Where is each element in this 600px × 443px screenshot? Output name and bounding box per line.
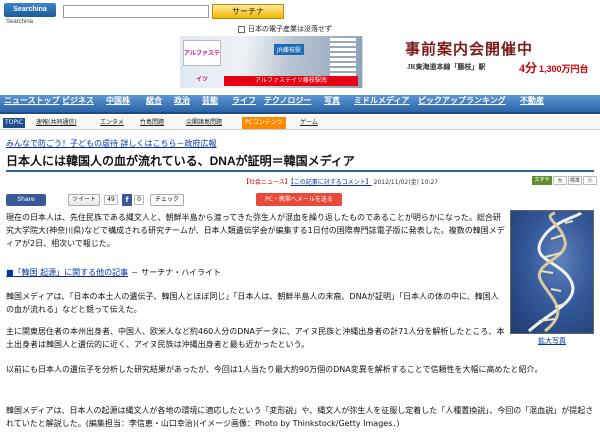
logo-subtext: Searchina xyxy=(6,19,34,25)
ad-place: JR東海道本線「藤枝」駅 xyxy=(407,63,486,71)
search-button[interactable]: サーチナ xyxy=(212,4,284,19)
main-nav: ニューストップ ビジネス 中国株 総合 政治 芸能 ライフ テクノロジー 写真 … xyxy=(0,95,600,114)
news-ticker[interactable]: 日本の電子産業は没落せず xyxy=(238,24,332,34)
ad-headline: 事前案内会開催中 xyxy=(405,42,534,58)
comment-link[interactable]: 【この記事に対するコメント】 xyxy=(291,179,372,186)
nav-china-stock[interactable]: 中国株 xyxy=(106,95,130,114)
topic-senkaku[interactable]: 尖閣諸島問題 xyxy=(186,118,222,128)
nav-life[interactable]: ライフ xyxy=(232,95,256,114)
share-button[interactable]: Share xyxy=(6,194,46,206)
nav-news-top[interactable]: ニューストップ xyxy=(4,95,60,114)
article-paragraph-4: 以前にも日本人の遺伝子を分析した研究結果があったが、今回は1人当たり最大約90万… xyxy=(6,365,543,374)
facebook-count: 0 xyxy=(134,195,144,205)
photo-enlarge-link[interactable]: 拡大写真 xyxy=(510,336,594,346)
tweet-button[interactable]: ツイート xyxy=(68,194,100,206)
article-paragraph-5: 韓国メディアは、日本人の起源は縄文人が各地の環境に適応したという「変形説」や、縄… xyxy=(6,406,594,428)
ticker-text: 日本の電子産業は没落せず xyxy=(248,25,332,33)
nav-entertainment[interactable]: 芸能 xyxy=(202,95,218,114)
text-size-small[interactable]: 小 xyxy=(583,176,597,185)
ad-walk: 4分 xyxy=(519,61,538,75)
nav-politics[interactable]: 政治 xyxy=(174,95,190,114)
article-timestamp: 2012/11/02(金) 10:27 xyxy=(373,179,439,186)
nav-real-estate[interactable]: 不動産 xyxy=(520,95,544,114)
ticker-icon xyxy=(238,25,245,33)
title-underline xyxy=(6,170,594,172)
article-category[interactable]: 【社会ニュース】 xyxy=(243,179,291,186)
topic-takeshima[interactable]: 竹島問題 xyxy=(140,118,164,128)
ad-banner-left[interactable]: アルファステイツ JR藤枝駅 アルファステイツ藤枝駅南 xyxy=(180,36,362,88)
text-size-normal[interactable]: 標準 xyxy=(568,176,582,185)
nav-pickup[interactable]: ピックアップ xyxy=(418,95,466,114)
ad-banner-right[interactable]: 事前案内会開催中 JR東海道本線「藤枝」駅 4分 1,300万円台 xyxy=(362,36,600,88)
article-paragraph-2: 韓国メディアは、「日本の本土人の遺伝子、韓国人とほぼ同じ」「日本人は、朝鮮半島人… xyxy=(6,292,499,314)
nav-photo[interactable]: 写真 xyxy=(324,95,340,114)
topic-pc-content[interactable]: PCコンテンツ xyxy=(242,117,286,129)
dna-photo[interactable] xyxy=(510,210,594,334)
related-link[interactable]: ■「韓国 起源」に関する他の記事 xyxy=(6,268,128,277)
nav-general[interactable]: 総合 xyxy=(146,95,162,114)
article-title: 日本人には韓国人の血が流れている、DNAが証明＝韓国メディア xyxy=(6,154,355,168)
nav-ranking[interactable]: ランキング xyxy=(466,95,506,114)
nav-technology[interactable]: テクノロジー xyxy=(264,95,312,114)
tweet-count: 49 xyxy=(104,195,118,205)
ad-strip: アルファステイツ藤枝駅南 xyxy=(224,76,358,86)
article-paragraph-1: 現在の日本人は、先住民族である縄文人と、朝鮮半島から渡ってきた弥生人が混血を繰り… xyxy=(6,213,505,248)
topic-entame[interactable]: エンタメ xyxy=(100,118,124,128)
text-size-large[interactable]: 大 xyxy=(553,176,567,185)
logo-mark: Searchina xyxy=(4,3,56,17)
topic-bar: TOPIC 速報(共同通信) エンタメ 竹島問題 尖閣諸島問題 PCコンテンツ … xyxy=(0,116,600,130)
check-button[interactable]: チェック xyxy=(150,194,184,206)
text-size-label: 文字サイズ xyxy=(532,176,552,192)
topic-label: TOPIC xyxy=(3,118,25,128)
nav-middle-media[interactable]: ミドルメディア xyxy=(354,95,409,114)
related-articles: ■「韓国 起源」に関する他の記事 － サーチナ・ハイライト xyxy=(6,267,221,278)
promo-link[interactable]: みんなで防ごう！子どもの虐待 詳しくはこちら－政府広報 xyxy=(6,138,217,149)
search-input[interactable] xyxy=(63,5,209,18)
topic-breaking[interactable]: 速報(共同通信) xyxy=(36,118,77,128)
nav-business[interactable]: ビジネス xyxy=(62,95,94,114)
dna-helix-image xyxy=(527,211,583,333)
article-paragraph-3: 主に関東居住者の本州出身者、中国人、欧米人など約460人分のDNAデータに、アイ… xyxy=(6,327,505,349)
ad-brand-logo: アルファステイツ xyxy=(183,40,221,83)
searchina-logo[interactable]: Searchina Searchina xyxy=(4,3,56,27)
related-suffix: － サーチナ・ハイライト xyxy=(128,268,222,277)
mail-button[interactable]: PC・携帯へメールを送る xyxy=(256,193,342,206)
article-meta: 【社会ニュース】【この記事に対するコメント】 2012/11/02(金) 10:… xyxy=(243,177,438,186)
ad-station-label: JR藤枝駅 xyxy=(274,44,304,55)
facebook-icon[interactable]: f xyxy=(122,194,132,206)
ad-price: 1,300万円台 xyxy=(539,64,589,74)
topic-game[interactable]: ゲーム xyxy=(300,118,318,128)
